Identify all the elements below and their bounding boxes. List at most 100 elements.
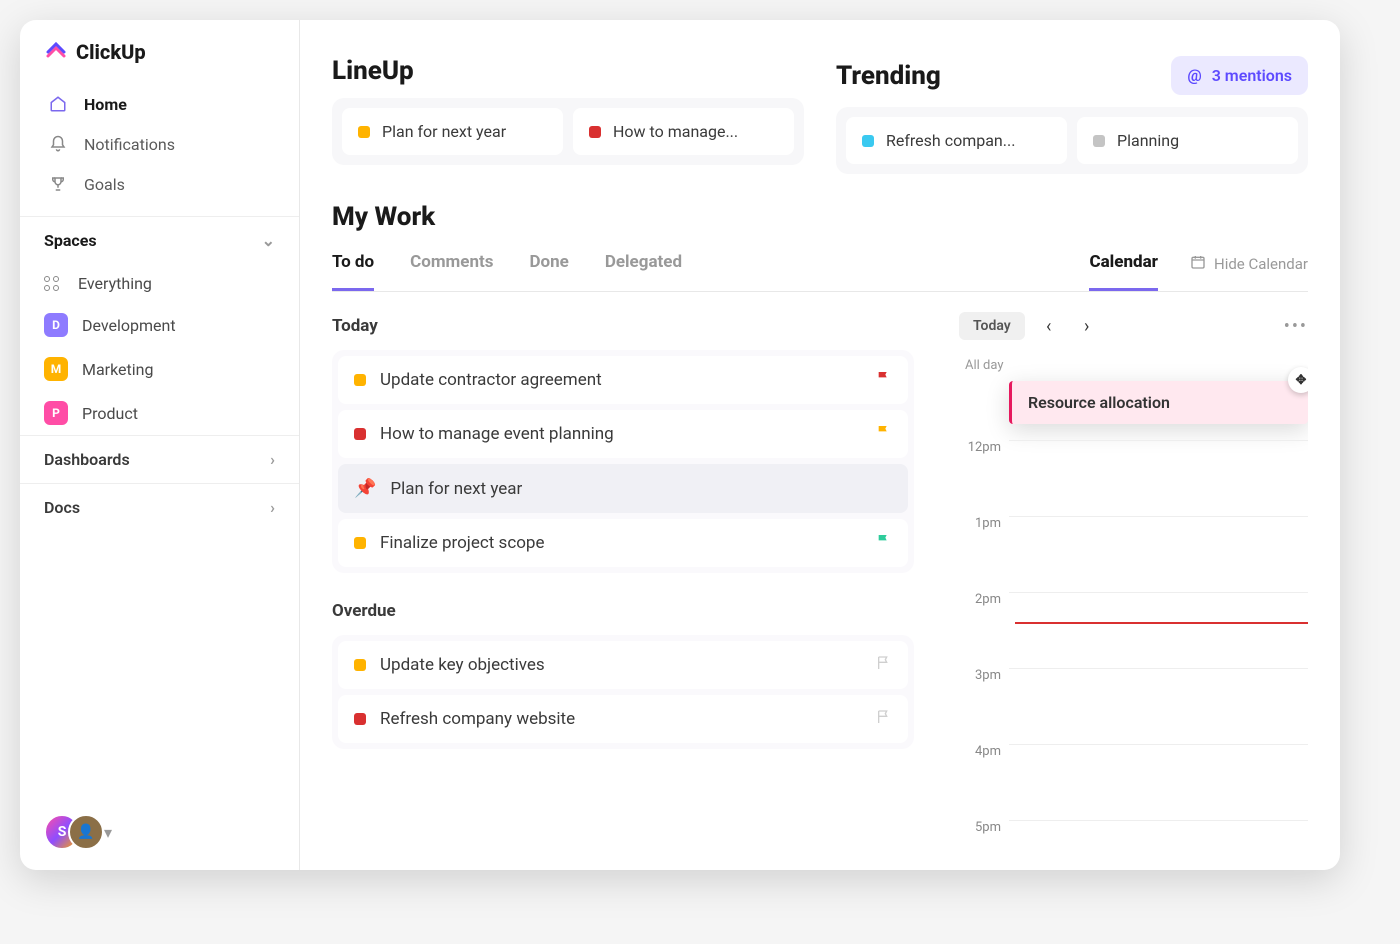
hour-slot[interactable] — [1009, 820, 1308, 870]
space-badge: D — [44, 313, 68, 337]
trending-widget: Trending @ 3 mentions Refresh compan... … — [836, 56, 1308, 174]
space-marketing[interactable]: M Marketing — [20, 347, 299, 391]
dashboards-section[interactable]: Dashboards › — [20, 435, 299, 483]
hour-slot[interactable] — [1009, 516, 1308, 592]
hide-calendar-button[interactable]: Hide Calendar — [1190, 254, 1308, 290]
group-today-label: Today — [332, 316, 914, 336]
group-overdue-label: Overdue — [332, 601, 914, 621]
nav-goals[interactable]: Goals — [36, 164, 283, 204]
status-dot — [358, 126, 370, 138]
time-label: 2pm — [959, 592, 1009, 607]
nav-notifications[interactable]: Notifications — [36, 124, 283, 164]
nav-label: Goals — [84, 175, 125, 194]
event-title: Resource allocation — [1028, 393, 1170, 412]
space-badge: M — [44, 357, 68, 381]
time-label: 4pm — [959, 744, 1009, 759]
nav-label: Home — [84, 95, 127, 114]
space-development[interactable]: D Development — [20, 303, 299, 347]
chevron-right-icon: › — [270, 450, 275, 469]
status-dot — [354, 659, 366, 671]
chevron-right-icon: › — [270, 498, 275, 517]
time-label: 3pm — [959, 668, 1009, 683]
space-product[interactable]: P Product — [20, 391, 299, 435]
flag-icon — [876, 655, 892, 675]
time-row: 4pm — [959, 744, 1308, 820]
tab-done[interactable]: Done — [529, 252, 568, 291]
space-badge: P — [44, 401, 68, 425]
status-dot — [354, 374, 366, 386]
task-title: Update key objectives — [380, 655, 862, 675]
main-content: LineUp Plan for next year How to manage.… — [300, 20, 1340, 870]
flag-icon — [876, 709, 892, 729]
prev-button[interactable]: ‹ — [1035, 312, 1063, 340]
tab-delegated[interactable]: Delegated — [605, 252, 682, 291]
today-task-list: Update contractor agreement How to manag… — [332, 350, 914, 573]
flag-icon — [876, 370, 892, 390]
time-grid: 12pm 1pm 2pm 3pm 4pm 5pm — [959, 440, 1308, 870]
hour-slot[interactable] — [1009, 744, 1308, 820]
mentions-button[interactable]: @ 3 mentions — [1171, 56, 1308, 95]
task-row[interactable]: Update key objectives — [338, 641, 908, 689]
time-row: 2pm — [959, 592, 1308, 668]
space-label: Marketing — [82, 360, 153, 379]
hour-slot[interactable] — [1009, 668, 1308, 744]
lineup-card[interactable]: How to manage... — [573, 108, 794, 155]
app-shell: ClickUp Home Notifications Goals Spaces … — [20, 20, 1340, 870]
trending-card[interactable]: Planning — [1077, 117, 1298, 164]
avatar-group: S 👤 — [44, 814, 100, 850]
lineup-cards: Plan for next year How to manage... — [332, 98, 804, 165]
flag-icon — [876, 424, 892, 444]
time-label: 5pm — [959, 820, 1009, 835]
card-label: How to manage... — [613, 122, 738, 141]
status-dot — [354, 537, 366, 549]
space-everything[interactable]: Everything — [20, 264, 299, 303]
status-dot — [1093, 135, 1105, 147]
task-title: Finalize project scope — [380, 533, 862, 553]
spaces-header[interactable]: Spaces ⌄ — [20, 216, 299, 264]
docs-section[interactable]: Docs › — [20, 483, 299, 531]
mywork-title: My Work — [332, 202, 1308, 232]
hour-slot[interactable] — [1009, 592, 1308, 668]
user-avatars[interactable]: S 👤 ▾ — [44, 814, 112, 850]
today-button[interactable]: Today — [959, 312, 1025, 340]
tasks-column: Today Update contractor agreement How to… — [332, 292, 938, 870]
tab-todo[interactable]: To do — [332, 252, 374, 291]
overdue-task-list: Update key objectives Refresh company we… — [332, 635, 914, 749]
task-row[interactable]: Refresh company website — [338, 695, 908, 743]
hour-slot[interactable] — [1009, 440, 1308, 516]
primary-nav: Home Notifications Goals — [20, 84, 299, 204]
more-button[interactable]: ••• — [1284, 316, 1308, 337]
calendar-header: Today ‹ › ••• — [959, 312, 1308, 340]
trending-title: Trending — [836, 61, 941, 91]
trending-card[interactable]: Refresh compan... — [846, 117, 1067, 164]
status-dot — [589, 126, 601, 138]
work-body: Today Update contractor agreement How to… — [332, 292, 1308, 870]
time-row: 5pm — [959, 820, 1308, 870]
grid-icon — [44, 276, 64, 291]
move-icon[interactable]: ✥ — [1288, 367, 1308, 393]
tab-comments[interactable]: Comments — [410, 252, 493, 291]
calendar-event[interactable]: Resource allocation ✥ — [1009, 381, 1308, 424]
task-row[interactable]: How to manage event planning — [338, 410, 908, 458]
status-dot — [862, 135, 874, 147]
space-label: Product — [82, 404, 138, 423]
brand-name: ClickUp — [76, 40, 146, 64]
task-row[interactable]: Finalize project scope — [338, 519, 908, 567]
lineup-widget: LineUp Plan for next year How to manage.… — [332, 56, 804, 165]
at-icon: @ — [1187, 66, 1201, 85]
task-row[interactable]: 📌 Plan for next year — [338, 464, 908, 513]
task-title: Refresh company website — [380, 709, 862, 729]
card-label: Planning — [1117, 131, 1179, 150]
dashboards-label: Dashboards — [44, 450, 130, 469]
nav-label: Notifications — [84, 135, 175, 154]
brand-logo[interactable]: ClickUp — [20, 40, 299, 84]
nav-home[interactable]: Home — [36, 84, 283, 124]
task-row[interactable]: Update contractor agreement — [338, 356, 908, 404]
calendar-controls: Calendar Hide Calendar — [1089, 252, 1308, 291]
next-button[interactable]: › — [1073, 312, 1101, 340]
hide-calendar-label: Hide Calendar — [1214, 255, 1308, 273]
lineup-card[interactable]: Plan for next year — [342, 108, 563, 155]
task-title: Plan for next year — [390, 479, 892, 499]
card-label: Refresh compan... — [886, 131, 1015, 150]
tab-calendar[interactable]: Calendar — [1089, 252, 1158, 291]
